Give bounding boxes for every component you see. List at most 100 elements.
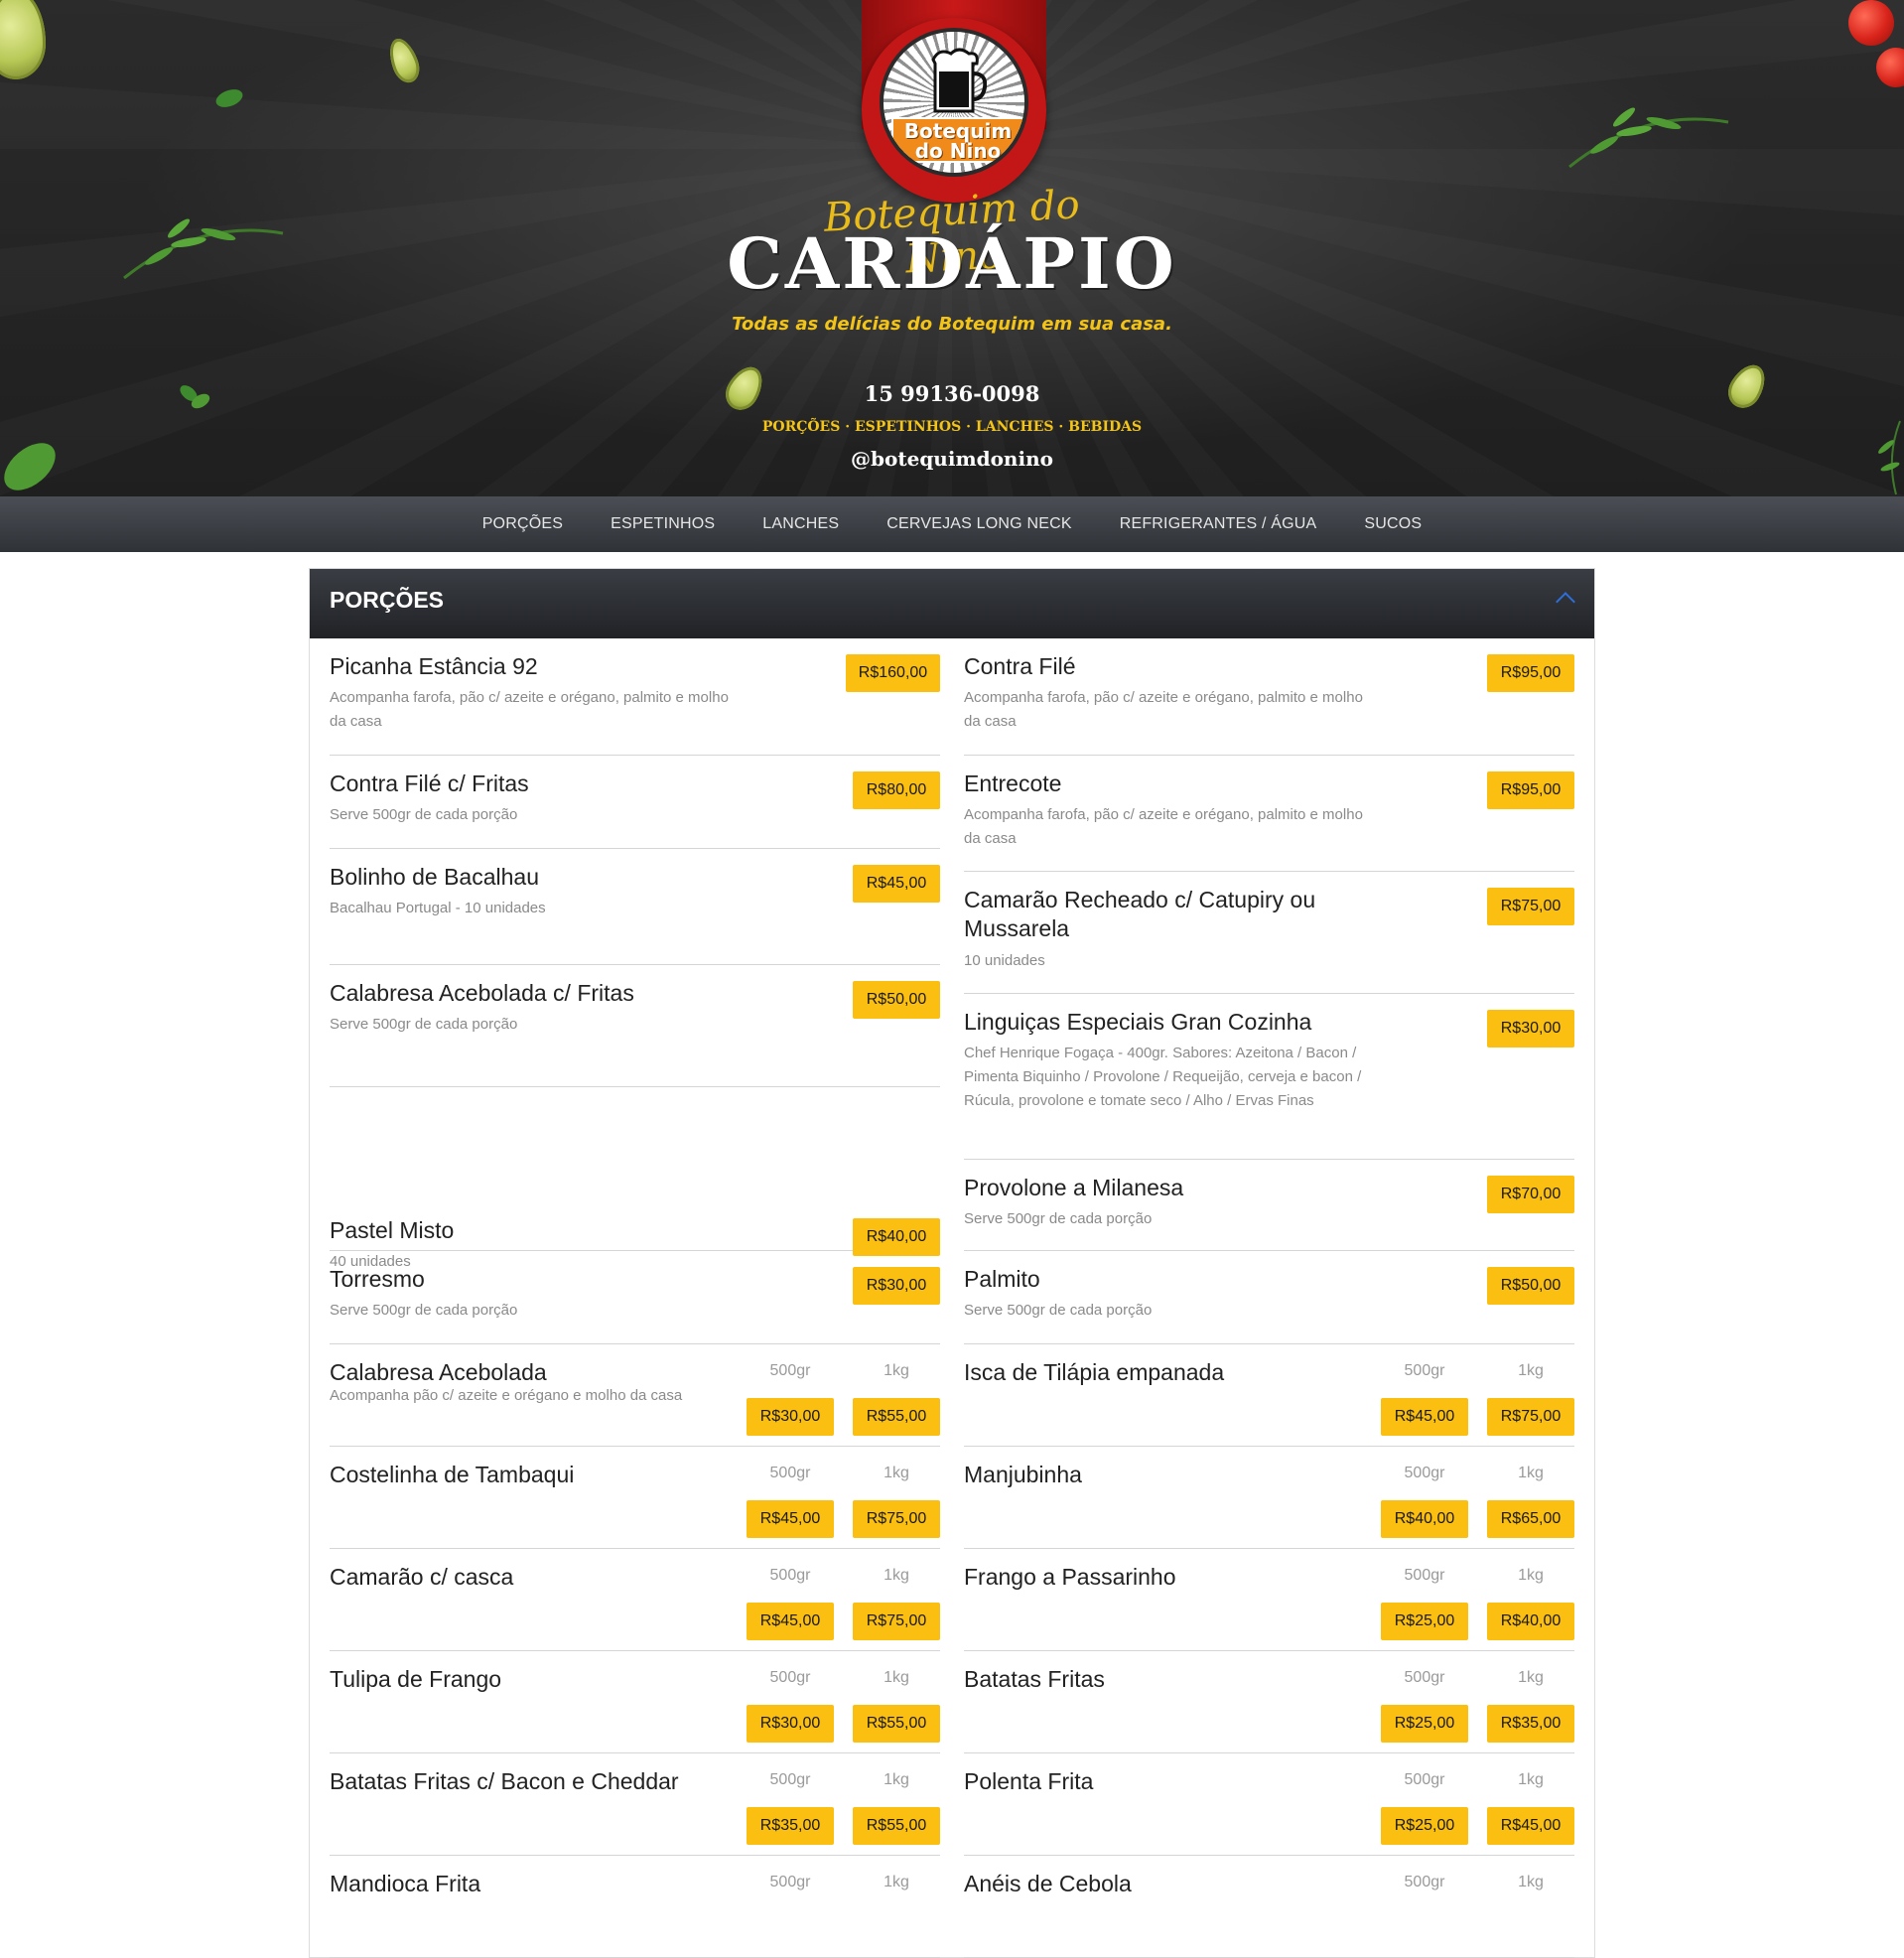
price-badge[interactable]: R$45,00	[853, 865, 940, 903]
menu-item-name: Pastel Misto	[330, 1217, 455, 1243]
price-badge[interactable]: R$95,00	[1487, 771, 1574, 809]
section-header[interactable]: PORÇÕES	[310, 569, 1594, 638]
menu-item-description: Acompanha farofa, pão c/ azeite e orégan…	[964, 689, 1363, 730]
menu-item-description: Serve 500gr de cada porção	[964, 1302, 1153, 1319]
lime-icon	[383, 34, 425, 87]
tomato-icon	[1876, 48, 1904, 87]
menu-item: Frango a Passarinho 500gr 1kg R$25,00 R$40,0…	[964, 1549, 1574, 1651]
menu-item: Torresmo Serve 500gr de cada porção R$30,0…	[330, 1251, 940, 1344]
price-badge[interactable]: R$75,00	[1487, 888, 1574, 925]
price-badge[interactable]: R$30,00	[747, 1398, 834, 1436]
menu-item-name: Provolone a Milanesa	[964, 1175, 1184, 1200]
menu-item: Batatas Fritas c/ Bacon e Cheddar 500gr 1k…	[330, 1753, 940, 1856]
price-badge[interactable]: R$45,00	[1381, 1398, 1468, 1436]
price-badge[interactable]: R$30,00	[1487, 1010, 1574, 1048]
price-badge[interactable]: R$55,00	[853, 1705, 940, 1743]
menu-item: Entrecote Acompanha farofa, pão c/ azeite…	[964, 756, 1574, 872]
menu-item-name: Contra Filé c/ Fritas	[330, 770, 529, 796]
price-badge[interactable]: R$95,00	[1487, 654, 1574, 692]
menu-item-description: Chef Henrique Fogaça - 400gr. Sabores: A…	[964, 1045, 1362, 1109]
price-badge[interactable]: R$80,00	[853, 771, 940, 809]
phone-number: 15 99136-0098	[864, 381, 1040, 406]
menu-item: Bolinho de Bacalhau Bacalhau Portugal - 1…	[330, 849, 940, 965]
menu-item-name: Torresmo	[330, 1266, 425, 1292]
chevron-up-icon[interactable]	[1556, 592, 1575, 612]
size-label-1kg: 1kg	[884, 1465, 909, 1481]
menu-item-name: Anéis de Cebola	[964, 1871, 1132, 1896]
nav-lanches[interactable]: LANCHES	[762, 515, 839, 533]
price-badge[interactable]: R$55,00	[853, 1398, 940, 1436]
price-badge[interactable]: R$50,00	[1487, 1267, 1574, 1305]
menu-item-name: Tulipa de Frango	[330, 1666, 502, 1692]
size-label-500gr: 500gr	[1404, 1874, 1445, 1890]
size-label-1kg: 1kg	[1518, 1567, 1544, 1584]
price-badge[interactable]: R$25,00	[1381, 1603, 1468, 1640]
menu-item-name: Isca de Tilápia empanada	[964, 1359, 1225, 1385]
menu-item: Camarão Recheado c/ Catupiry ou Mussarel…	[964, 872, 1574, 994]
basil-leaf-icon	[215, 89, 243, 107]
menu-item-description: Serve 500gr de cada porção	[964, 1210, 1153, 1227]
price-badge[interactable]: R$70,00	[1487, 1176, 1574, 1213]
hero-banner: Botequim do Nino Botequim do Nino CARDÁP…	[0, 0, 1904, 496]
menu-item: Costelinha de Tambaqui 500gr 1kg R$45,00 R$7…	[330, 1447, 940, 1549]
nav-refrigerantes-agua[interactable]: REFRIGERANTES / ÁGUA	[1120, 515, 1317, 533]
menu-item: Isca de Tilápia empanada 500gr 1kg R$45,00 R…	[964, 1344, 1574, 1447]
size-label-500gr: 500gr	[769, 1567, 811, 1584]
menu-item-description: Acompanha pão c/ azeite e orégano e molh…	[330, 1387, 683, 1404]
price-badge[interactable]: R$30,00	[747, 1705, 834, 1743]
menu-item: Polenta Frita 500gr 1kg R$25,00 R$45,00	[964, 1753, 1574, 1856]
price-badge[interactable]: R$45,00	[747, 1500, 834, 1538]
menu-item: Pastel Misto 40 unidades R$40,00	[330, 1087, 940, 1270]
price-badge[interactable]: R$35,00	[747, 1807, 834, 1845]
menu-item: Camarão c/ casca 500gr 1kg R$45,00 R$75,00	[330, 1549, 940, 1651]
logo-text: Botequim do Nino	[891, 117, 1024, 163]
size-label-1kg: 1kg	[1518, 1465, 1544, 1481]
size-label-1kg: 1kg	[884, 1362, 909, 1379]
price-badge[interactable]: R$55,00	[853, 1807, 940, 1845]
menu-item-name: Bolinho de Bacalhau	[330, 864, 539, 890]
price-badge[interactable]: R$160,00	[846, 654, 940, 692]
size-label-500gr: 500gr	[1404, 1362, 1445, 1379]
menu-item-description: Acompanha farofa, pão c/ azeite e orégan…	[964, 806, 1363, 847]
nav-sucos[interactable]: SUCOS	[1364, 515, 1422, 533]
menu-item-name: Polenta Frita	[964, 1768, 1094, 1794]
price-badge[interactable]: R$40,00	[1487, 1603, 1574, 1640]
price-badge[interactable]: R$30,00	[853, 1267, 940, 1305]
herb-sprig-icon	[1568, 107, 1729, 169]
category-nav: PORÇÕES ESPETINHOS LANCHES CERVEJAS LONG…	[0, 496, 1904, 552]
size-label-500gr: 500gr	[769, 1771, 811, 1788]
nav-espetinhos[interactable]: ESPETINHOS	[611, 515, 715, 533]
menu-item: Mandioca Frita 500gr 1kg	[330, 1856, 940, 1958]
price-badge[interactable]: R$75,00	[853, 1500, 940, 1538]
price-badge[interactable]: R$25,00	[1381, 1705, 1468, 1743]
logo: Botequim do Nino	[862, 18, 1046, 203]
size-label-1kg: 1kg	[884, 1771, 909, 1788]
size-label-500gr: 500gr	[769, 1362, 811, 1379]
section-title: PORÇÕES	[330, 587, 445, 613]
nav-cervejas-long-neck[interactable]: CERVEJAS LONG NECK	[886, 515, 1071, 533]
price-badge[interactable]: R$45,00	[747, 1603, 834, 1640]
menu-item: Palmito Serve 500gr de cada porção R$50,00	[964, 1251, 1574, 1344]
size-label-500gr: 500gr	[769, 1874, 811, 1890]
menu-item-description: Serve 500gr de cada porção	[330, 806, 518, 823]
size-label-1kg: 1kg	[1518, 1874, 1544, 1890]
size-label-1kg: 1kg	[1518, 1771, 1544, 1788]
price-badge[interactable]: R$65,00	[1487, 1500, 1574, 1538]
price-badge[interactable]: R$25,00	[1381, 1807, 1468, 1845]
price-badge[interactable]: R$50,00	[853, 981, 940, 1019]
price-badge[interactable]: R$40,00	[1381, 1500, 1468, 1538]
nav-porcoes[interactable]: PORÇÕES	[482, 515, 563, 533]
tagline: Todas as delícias do Botequim em sua cas…	[732, 314, 1172, 335]
menu-item-description: 10 unidades	[964, 952, 1045, 969]
menu-item-description: Serve 500gr de cada porção	[330, 1016, 518, 1033]
price-badge[interactable]: R$35,00	[1487, 1705, 1574, 1743]
instagram-handle: @botequimdonino	[851, 447, 1053, 471]
menu-item-name: Calabresa Acebolada c/ Fritas	[330, 980, 634, 1006]
menu-item: Calabresa Acebolada Acompanha pão c/ azei…	[330, 1344, 940, 1447]
menu-item-name: Manjubinha	[964, 1462, 1082, 1487]
size-label-1kg: 1kg	[884, 1669, 909, 1686]
price-badge[interactable]: R$75,00	[1487, 1398, 1574, 1436]
menu-item-description: Bacalhau Portugal - 10 unidades	[330, 900, 546, 916]
price-badge[interactable]: R$75,00	[853, 1603, 940, 1640]
price-badge[interactable]: R$45,00	[1487, 1807, 1574, 1845]
